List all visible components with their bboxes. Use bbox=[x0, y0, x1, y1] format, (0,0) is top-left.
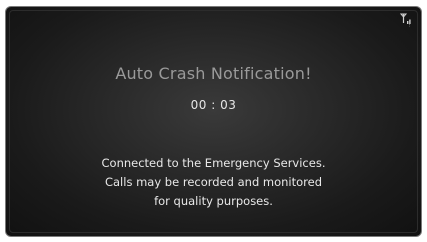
message-line-3: for quality purposes. bbox=[154, 194, 273, 208]
notification-message: Connected to the Emergency Services. Cal… bbox=[6, 154, 421, 211]
svg-text:!: ! bbox=[409, 23, 411, 28]
message-line-1: Connected to the Emergency Services. bbox=[101, 156, 326, 170]
call-timer: 00 : 03 bbox=[190, 98, 237, 112]
notification-title: Auto Crash Notification! bbox=[115, 64, 312, 83]
antenna-signal-icon: ! bbox=[399, 13, 414, 28]
crash-notification-screen: ! Auto Crash Notification! 00 : 03 Conne… bbox=[5, 6, 422, 237]
message-line-2: Calls may be recorded and monitored bbox=[104, 175, 323, 189]
